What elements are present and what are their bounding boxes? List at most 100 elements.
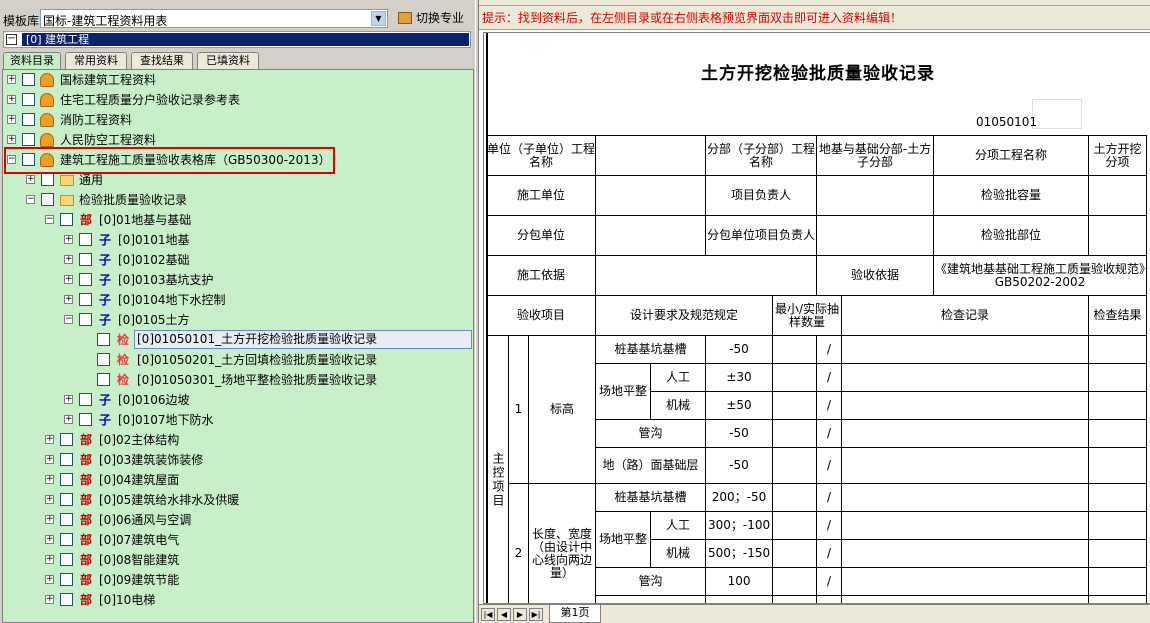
expand-icon[interactable]: + xyxy=(45,495,54,504)
checkbox[interactable] xyxy=(22,73,35,86)
checkbox[interactable] xyxy=(60,533,73,546)
cell-input[interactable] xyxy=(1088,175,1148,216)
expand-icon[interactable]: + xyxy=(45,595,54,604)
cell-input[interactable] xyxy=(772,363,818,392)
cell-input[interactable] xyxy=(816,595,843,603)
cell-input[interactable] xyxy=(1088,419,1148,448)
checkbox[interactable] xyxy=(60,573,73,586)
switch-specialty-button[interactable]: 切换专业 xyxy=(398,9,464,28)
cell-slash[interactable]: / xyxy=(816,511,843,540)
cell-input[interactable] xyxy=(841,567,1090,596)
expand-icon[interactable]: + xyxy=(45,575,54,584)
cell-slash[interactable]: / xyxy=(816,447,843,484)
expand-icon[interactable]: + xyxy=(64,255,73,264)
expand-icon[interactable]: + xyxy=(45,535,54,544)
checkbox[interactable] xyxy=(97,353,110,366)
expand-icon[interactable]: + xyxy=(45,515,54,524)
expand-icon[interactable]: + xyxy=(64,275,73,284)
cell-input[interactable] xyxy=(772,539,818,568)
checkbox[interactable] xyxy=(79,413,92,426)
cell-input[interactable] xyxy=(772,335,818,364)
cell-input[interactable] xyxy=(595,595,707,603)
cell-value[interactable]: 土方开挖分项 xyxy=(1088,135,1148,176)
cell-slash[interactable]: / xyxy=(816,335,843,364)
cell-input[interactable] xyxy=(772,567,818,596)
first-sheet-icon[interactable]: |◀ xyxy=(481,608,495,621)
cell-slash[interactable]: / xyxy=(816,391,843,420)
checkbox[interactable] xyxy=(60,213,73,226)
cell-input[interactable] xyxy=(1088,595,1148,603)
checkbox[interactable] xyxy=(97,373,110,386)
expand-icon[interactable]: + xyxy=(64,395,73,404)
cell-input[interactable] xyxy=(841,595,1090,603)
checkbox[interactable] xyxy=(22,113,35,126)
cell-input[interactable] xyxy=(1088,511,1148,540)
cell-input[interactable] xyxy=(841,335,1090,364)
checkbox[interactable] xyxy=(41,193,54,206)
cell-input[interactable] xyxy=(772,391,818,420)
expand-icon[interactable]: + xyxy=(45,555,54,564)
collapse-icon[interactable]: − xyxy=(6,34,17,45)
cell-input[interactable] xyxy=(841,483,1090,512)
cell-input[interactable] xyxy=(595,215,707,256)
collapse-icon[interactable]: − xyxy=(26,195,35,204)
expand-icon[interactable]: + xyxy=(64,235,73,244)
cell-input[interactable] xyxy=(1088,391,1148,420)
checkbox[interactable] xyxy=(41,173,54,186)
cell-input[interactable] xyxy=(1088,539,1148,568)
last-sheet-icon[interactable]: ▶| xyxy=(529,608,543,621)
checkbox[interactable] xyxy=(60,593,73,606)
checkbox[interactable] xyxy=(60,473,73,486)
cell-input[interactable] xyxy=(841,419,1090,448)
checkbox[interactable] xyxy=(22,93,35,106)
expand-icon[interactable]: + xyxy=(64,415,73,424)
cell-input[interactable] xyxy=(1088,335,1148,364)
next-sheet-icon[interactable]: ▶ xyxy=(513,608,527,621)
cell-input[interactable] xyxy=(841,363,1090,392)
checkbox[interactable] xyxy=(97,333,110,346)
cell-input[interactable] xyxy=(816,175,935,216)
cell-input[interactable] xyxy=(841,447,1090,484)
checkbox[interactable] xyxy=(60,493,73,506)
cell-input[interactable] xyxy=(595,255,818,296)
cell-slash[interactable]: / xyxy=(816,483,843,512)
expand-icon[interactable]: + xyxy=(7,75,16,84)
expand-icon[interactable]: + xyxy=(45,435,54,444)
cell-input[interactable] xyxy=(772,595,818,603)
cell-input[interactable] xyxy=(1088,215,1148,256)
tab-search-results[interactable]: 查找结果 xyxy=(131,52,193,69)
expand-icon[interactable]: + xyxy=(45,455,54,464)
collapse-icon[interactable]: − xyxy=(45,215,54,224)
checkbox[interactable] xyxy=(79,273,92,286)
cell-input[interactable] xyxy=(841,539,1090,568)
expand-icon[interactable]: + xyxy=(45,475,54,484)
cell-slash[interactable]: / xyxy=(816,363,843,392)
checkbox[interactable] xyxy=(79,393,92,406)
checkbox[interactable] xyxy=(60,513,73,526)
expand-icon[interactable]: + xyxy=(7,135,16,144)
checkbox[interactable] xyxy=(60,433,73,446)
checkbox[interactable] xyxy=(79,233,92,246)
expand-icon[interactable]: + xyxy=(64,295,73,304)
checkbox[interactable] xyxy=(60,453,73,466)
checkbox[interactable] xyxy=(79,313,92,326)
cell-input[interactable] xyxy=(772,419,818,448)
checkbox[interactable] xyxy=(79,253,92,266)
cell-input[interactable] xyxy=(1088,483,1148,512)
cell-slash[interactable]: / xyxy=(816,539,843,568)
collapse-icon[interactable]: − xyxy=(64,315,73,324)
cell-slash[interactable]: / xyxy=(816,419,843,448)
checkbox[interactable] xyxy=(22,133,35,146)
cell-input[interactable] xyxy=(841,391,1090,420)
expand-icon[interactable]: + xyxy=(26,175,35,184)
chevron-down-icon[interactable]: ▼ xyxy=(371,11,386,26)
cell-input[interactable] xyxy=(841,511,1090,540)
template-select[interactable]: 国标-建筑工程资料用表 ▼ xyxy=(40,9,388,28)
cell-input[interactable] xyxy=(1088,447,1148,484)
tab-filled[interactable]: 已填资料 xyxy=(197,52,259,69)
cell-slash[interactable]: / xyxy=(816,567,843,596)
expand-icon[interactable]: + xyxy=(7,115,16,124)
form-preview[interactable]: 土方开挖检验批质量验收记录 01050101 单位（子单位）工程名称 分部（子分… xyxy=(483,32,1150,604)
cell-input[interactable] xyxy=(816,215,935,256)
sheet-tab-page1[interactable]: 第1页 xyxy=(549,605,601,623)
